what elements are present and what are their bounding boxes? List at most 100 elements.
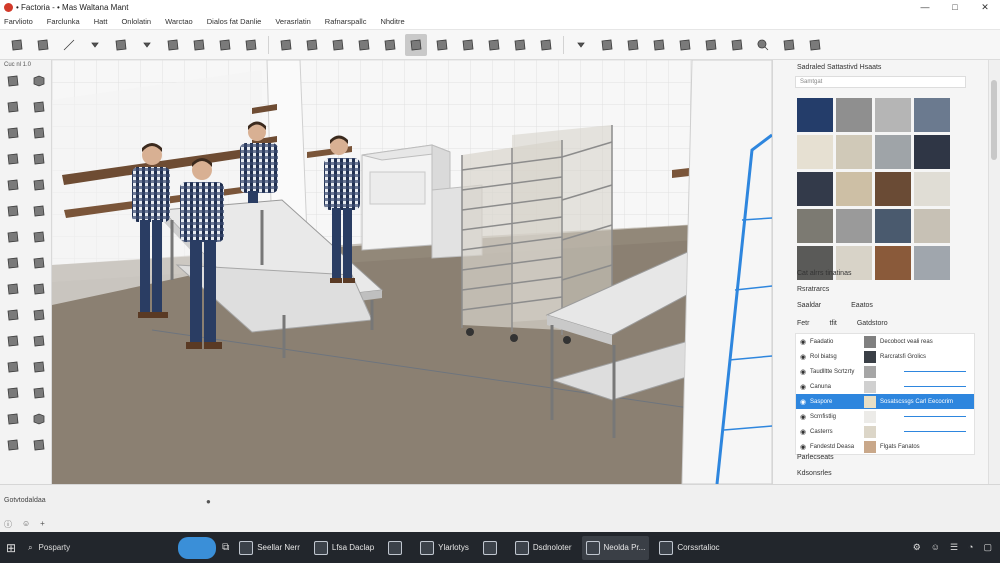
- section-footer[interactable]: Parlecseats: [797, 454, 834, 461]
- gauge-icon[interactable]: [28, 356, 50, 378]
- tray-icon[interactable]: ▢: [983, 542, 992, 553]
- minimize-button[interactable]: —: [910, 0, 940, 14]
- layer-row[interactable]: ◉ Canuna: [796, 379, 974, 394]
- tape-icon[interactable]: [28, 200, 50, 222]
- visibility-eye-icon[interactable]: ◉: [796, 443, 810, 451]
- warehouse-icon[interactable]: [596, 34, 618, 56]
- taskbar-app[interactable]: Dsdnoloter: [511, 536, 576, 560]
- material-swatch[interactable]: [797, 135, 833, 169]
- task-view-icon[interactable]: ⧉: [222, 542, 229, 553]
- line-icon[interactable]: [58, 34, 80, 56]
- model-viewport[interactable]: [52, 60, 772, 484]
- layer-color-swatch[interactable]: [864, 335, 876, 348]
- taskbar-app[interactable]: [384, 536, 410, 560]
- crate-icon[interactable]: [28, 148, 50, 170]
- sphere-icon[interactable]: [2, 278, 24, 300]
- scale-icon[interactable]: [275, 34, 297, 56]
- menu-item[interactable]: Warctao: [165, 17, 193, 26]
- tray-icon[interactable]: ☺: [931, 542, 940, 553]
- block-icon[interactable]: [2, 148, 24, 170]
- hammer-icon[interactable]: [28, 330, 50, 352]
- hammer-icon[interactable]: [2, 434, 24, 456]
- dropdown-icon[interactable]: [136, 34, 158, 56]
- layer-row[interactable]: ◉ Casterrs: [796, 424, 974, 439]
- material-swatch[interactable]: [836, 98, 872, 132]
- layer-color-swatch[interactable]: [864, 365, 876, 378]
- layer-color-swatch[interactable]: [864, 425, 876, 438]
- status-close-icon[interactable]: ●: [206, 497, 211, 506]
- material-swatch[interactable]: [914, 209, 950, 243]
- material-search-input[interactable]: Samtgat: [795, 76, 966, 88]
- plus-icon[interactable]: +: [40, 519, 45, 530]
- layer-row[interactable]: ◉ Saspore Sosatscssgs Carl Eecocrim: [796, 394, 974, 409]
- section-icon[interactable]: [535, 34, 557, 56]
- taskbar-app[interactable]: [479, 536, 505, 560]
- push-pull-icon[interactable]: [188, 34, 210, 56]
- layer-color-swatch[interactable]: [864, 410, 876, 423]
- menu-item[interactable]: Onlolatin: [121, 17, 151, 26]
- scenes-icon[interactable]: [674, 34, 696, 56]
- paint-icon[interactable]: [162, 34, 184, 56]
- visibility-eye-icon[interactable]: ◉: [796, 368, 810, 376]
- search-icon[interactable]: [752, 34, 774, 56]
- leg-icon[interactable]: [28, 382, 50, 404]
- material-swatch[interactable]: [914, 98, 950, 132]
- shelf-icon[interactable]: [28, 174, 50, 196]
- section-structures[interactable]: Rsratrarcs: [797, 286, 829, 293]
- select-icon[interactable]: [6, 34, 28, 56]
- material-swatch[interactable]: [836, 172, 872, 206]
- layer-color-swatch[interactable]: [864, 350, 876, 363]
- shape-icon[interactable]: [110, 34, 132, 56]
- tray-icon[interactable]: ☰: [950, 542, 958, 553]
- taskbar-app[interactable]: Neolda Pr...: [581, 535, 650, 560]
- taskbar-app[interactable]: Ylarlotys: [416, 536, 473, 560]
- visibility-eye-icon[interactable]: ◉: [796, 428, 810, 436]
- mug-icon[interactable]: [2, 408, 24, 430]
- layer-color-swatch[interactable]: [864, 440, 876, 453]
- box-icon[interactable]: [28, 70, 50, 92]
- component-icon[interactable]: [509, 34, 531, 56]
- material-swatch[interactable]: [875, 246, 911, 280]
- menu-item[interactable]: Nhditre: [380, 17, 404, 26]
- menu-item[interactable]: Farvlioto: [4, 17, 33, 26]
- text-icon[interactable]: [353, 34, 375, 56]
- taskbar-app[interactable]: Seellar Nerr: [235, 536, 304, 560]
- compass-icon[interactable]: [2, 252, 24, 274]
- taskbar-app[interactable]: Corssrtalioc: [655, 536, 723, 560]
- hand-icon[interactable]: [2, 356, 24, 378]
- barrel-icon[interactable]: [2, 174, 24, 196]
- section-footer[interactable]: Kdsonsrles: [797, 470, 832, 477]
- dropdown-icon[interactable]: [570, 34, 592, 56]
- material-swatch[interactable]: [914, 172, 950, 206]
- scene-canvas[interactable]: [52, 60, 772, 484]
- panel-icon[interactable]: [2, 304, 24, 326]
- visibility-eye-icon[interactable]: ◉: [796, 413, 810, 421]
- zoom-icon[interactable]: [457, 34, 479, 56]
- eraser-icon[interactable]: [32, 34, 54, 56]
- cable-icon[interactable]: [2, 382, 24, 404]
- fan-icon[interactable]: [28, 278, 50, 300]
- menu-item[interactable]: Rafnarspallc: [325, 17, 367, 26]
- material-swatch[interactable]: [875, 172, 911, 206]
- panel-scrollbar[interactable]: [988, 60, 1000, 484]
- menu-item[interactable]: Hatt: [94, 17, 108, 26]
- offset-icon[interactable]: [301, 34, 323, 56]
- material-swatch[interactable]: [797, 209, 833, 243]
- material-swatch[interactable]: [797, 172, 833, 206]
- zoom-extents-icon[interactable]: [483, 34, 505, 56]
- material-swatch[interactable]: [875, 98, 911, 132]
- layer-color-swatch[interactable]: [864, 395, 876, 408]
- visibility-eye-icon[interactable]: ◉: [796, 353, 810, 361]
- tape-icon[interactable]: [327, 34, 349, 56]
- layer-color-swatch[interactable]: [864, 380, 876, 393]
- camera-icon[interactable]: [778, 34, 800, 56]
- styles-icon[interactable]: [622, 34, 644, 56]
- wrench-icon[interactable]: [28, 304, 50, 326]
- app-logo-icon[interactable]: [178, 536, 217, 559]
- menu-item[interactable]: Dialos fat Danlie: [207, 17, 262, 26]
- section-create[interactable]: Cat alrrs tinatinas: [797, 270, 851, 277]
- visibility-eye-icon[interactable]: ◉: [796, 338, 810, 346]
- visibility-eye-icon[interactable]: ◉: [796, 383, 810, 391]
- layer-row[interactable]: ◉ Faadatio Decoboct veali reas: [796, 334, 974, 349]
- ruler-icon[interactable]: [2, 122, 24, 144]
